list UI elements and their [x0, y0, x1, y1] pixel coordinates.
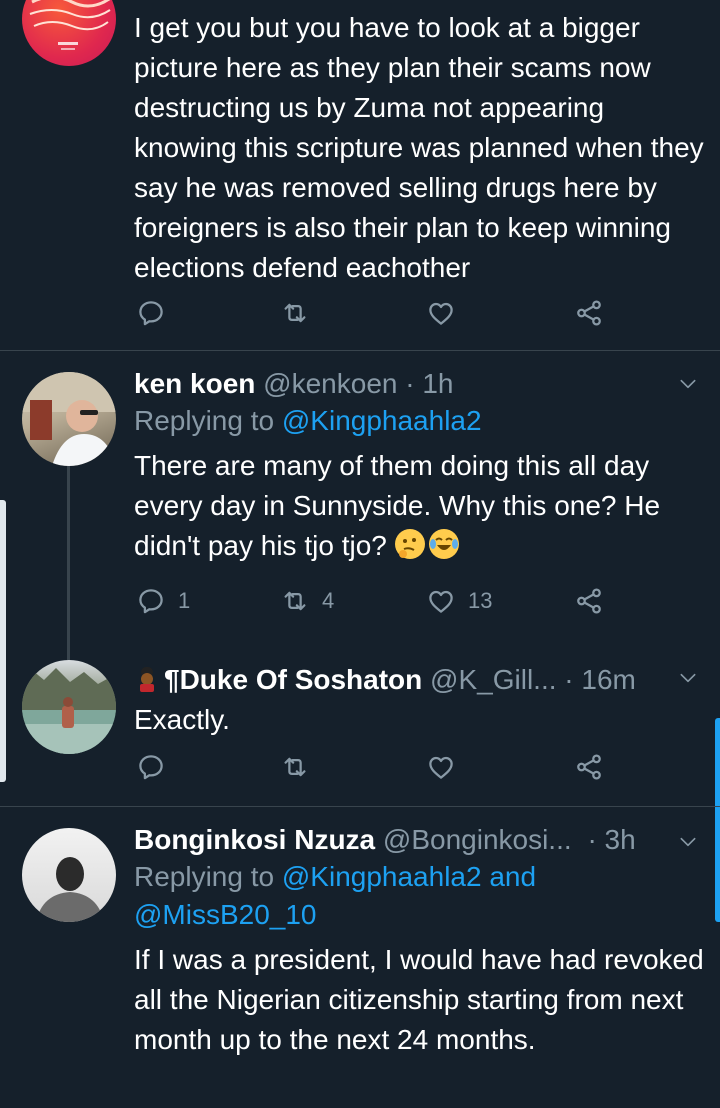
replying-to-label: Replying to	[134, 861, 282, 892]
like-button[interactable]	[426, 298, 456, 328]
like-button[interactable]	[426, 752, 456, 782]
display-name[interactable]: Bonginkosi Nzuza	[134, 824, 375, 855]
tweet-header: Bonginkosi Nzuza @Bonginkosi... · 3h	[134, 822, 704, 858]
retweet-button[interactable]: 4	[280, 586, 334, 616]
tears-of-joy-emoji	[428, 529, 459, 559]
display-name[interactable]: ¶Duke Of Soshaton	[164, 664, 422, 695]
user-handle[interactable]: @K_Gill...	[430, 664, 556, 695]
share-icon	[574, 586, 604, 616]
share-button[interactable]	[574, 298, 604, 328]
display-name[interactable]: ken koen	[134, 368, 255, 399]
tweet-text: Exactly.	[134, 704, 230, 735]
divider	[0, 806, 720, 807]
retweet-icon	[280, 586, 310, 616]
retweet-button[interactable]	[280, 752, 310, 782]
reply-icon	[136, 298, 166, 328]
tweet-text: If I was a president, I would have had r…	[134, 944, 704, 1055]
tweet-header: ken koen @kenkoen · 1h	[134, 366, 704, 402]
replying-to: Replying to @Kingphaahla2	[134, 402, 704, 440]
like-count: 13	[468, 588, 493, 613]
like-button[interactable]: 13	[426, 586, 492, 616]
like-icon	[426, 298, 456, 328]
user-handle[interactable]: @kenkoen	[263, 368, 397, 399]
tweet-text: I get you but you have to look at a bigg…	[134, 12, 704, 283]
avatar[interactable]	[22, 660, 116, 754]
chevron-down-icon[interactable]	[678, 374, 698, 394]
mention-conjunction: and	[481, 861, 537, 892]
timestamp: · 16m	[564, 664, 636, 695]
tweet-text: There are many of them doing this all da…	[134, 446, 704, 566]
thread-line	[67, 462, 70, 660]
retweet-icon	[280, 752, 310, 782]
avatar[interactable]	[22, 828, 116, 922]
user-handle[interactable]: @Bonginkosi...	[383, 824, 572, 855]
replying-to: Replying to @Kingphaahla2 and @MissB20_10	[134, 858, 704, 934]
thinking-face-emoji	[394, 529, 425, 559]
chevron-down-icon[interactable]	[678, 668, 698, 688]
avatar[interactable]	[22, 372, 116, 466]
like-icon	[426, 586, 456, 616]
share-icon	[574, 752, 604, 782]
replying-to-label: Replying to	[134, 405, 282, 436]
tweet-header: ¶Duke Of Soshaton @K_Gill... · 16m	[134, 662, 704, 698]
scrollbar-thumb[interactable]	[715, 718, 720, 922]
share-icon	[574, 298, 604, 328]
share-button[interactable]	[574, 586, 604, 616]
mention-link[interactable]: @MissB20_10	[134, 899, 317, 930]
reply-icon	[136, 752, 166, 782]
timestamp: · 3h	[587, 824, 636, 855]
reply-count: 1	[178, 588, 191, 613]
avatar[interactable]	[22, 0, 116, 66]
guard-emoji	[134, 665, 160, 692]
reply-button[interactable]	[136, 752, 166, 782]
chevron-down-icon[interactable]	[678, 832, 698, 852]
reply-button[interactable]	[136, 298, 166, 328]
retweet-button[interactable]	[280, 298, 310, 328]
mention-link[interactable]: @Kingphaahla2	[282, 861, 482, 892]
mention-link[interactable]: @Kingphaahla2	[282, 405, 482, 436]
share-button[interactable]	[574, 752, 604, 782]
like-icon	[426, 752, 456, 782]
reply-button[interactable]: 1	[136, 586, 190, 616]
left-scroll-indicator	[0, 500, 6, 782]
timestamp: · 1h	[405, 368, 454, 399]
retweet-count: 4	[322, 588, 335, 613]
reply-icon	[136, 586, 166, 616]
retweet-icon	[280, 298, 310, 328]
divider	[0, 350, 720, 351]
